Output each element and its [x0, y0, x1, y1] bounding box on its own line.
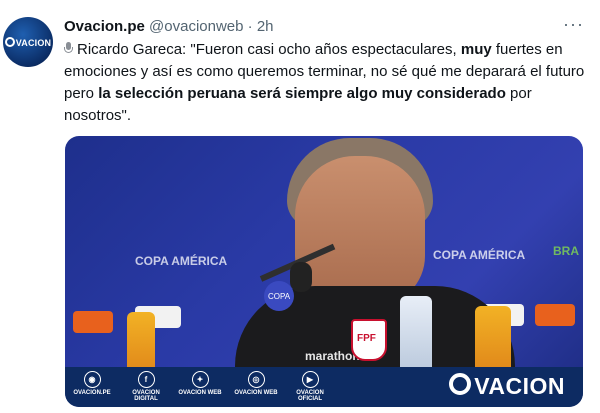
tweet-header: Ovacion.pe @ovacionweb · 2h — [64, 18, 274, 35]
avatar[interactable]: VACION — [3, 17, 53, 67]
ovacion-icon: ◉ — [83, 371, 101, 388]
social-label: OVACION DIGITAL — [132, 390, 160, 402]
tweet-text-bold: la selección peruana será siempre algo m… — [98, 85, 506, 102]
social-twitter: ✦ OVACION WEB — [177, 371, 223, 396]
social-facebook: f OVACION DIGITAL — [123, 371, 169, 402]
youtube-icon: ▶ — [301, 371, 319, 388]
ovacion-brand-logo: VACION — [449, 373, 565, 400]
water-bottle — [400, 296, 432, 374]
person-face — [295, 156, 425, 306]
sponsor-board — [535, 304, 575, 326]
author-name[interactable]: Ovacion.pe — [64, 18, 145, 35]
sponsor-logo: BRA — [553, 244, 579, 258]
drink-bottle — [475, 306, 511, 372]
fpf-crest: FPF — [351, 319, 387, 361]
tweet-time[interactable]: 2h — [257, 18, 274, 35]
drink-bottle — [127, 312, 155, 374]
more-options-icon[interactable]: ··· — [563, 14, 584, 35]
crest-text: FPF — [357, 333, 376, 344]
facebook-icon: f — [137, 371, 155, 388]
microphone — [290, 262, 312, 292]
branding-bar: ◉ OVACION.PE f OVACION DIGITAL ✦ OVACION… — [65, 367, 583, 407]
social-youtube: ▶ OVACION OFICIAL — [287, 371, 333, 402]
sponsor-board — [73, 311, 113, 333]
tweet-text-bold: muy — [460, 41, 492, 58]
copa-america-logo: COPA AMÉRICA — [135, 254, 228, 268]
social-label: OVACION OFICIAL — [296, 390, 324, 402]
twitter-icon: ✦ — [191, 371, 209, 388]
microphone-flag: COPA — [264, 281, 294, 311]
tweet-media-image[interactable]: COPA AMÉRICA COPA AMÉRICA BRA marathon F… — [65, 136, 583, 407]
social-label: OVACION.PE — [73, 390, 111, 396]
microphone-icon — [64, 42, 73, 55]
social-instagram: ◎ OVACION WEB — [233, 371, 279, 396]
copa-america-logo: COPA AMÉRICA — [433, 248, 526, 262]
author-handle[interactable]: @ovacionweb — [149, 18, 243, 35]
separator-dot: · — [247, 18, 253, 35]
social-label: OVACION WEB — [178, 390, 222, 396]
tweet-text: Ricardo Gareca: "Fueron casi ocho años e… — [64, 39, 589, 127]
instagram-icon: ◎ — [247, 371, 265, 388]
social-label: OVACION WEB — [234, 390, 278, 396]
social-ovacion: ◉ OVACION.PE — [69, 371, 115, 396]
avatar-logo-text: VACION — [5, 37, 52, 48]
tweet-text-part: Ricardo Gareca: "Fueron casi ocho años e… — [77, 41, 461, 58]
